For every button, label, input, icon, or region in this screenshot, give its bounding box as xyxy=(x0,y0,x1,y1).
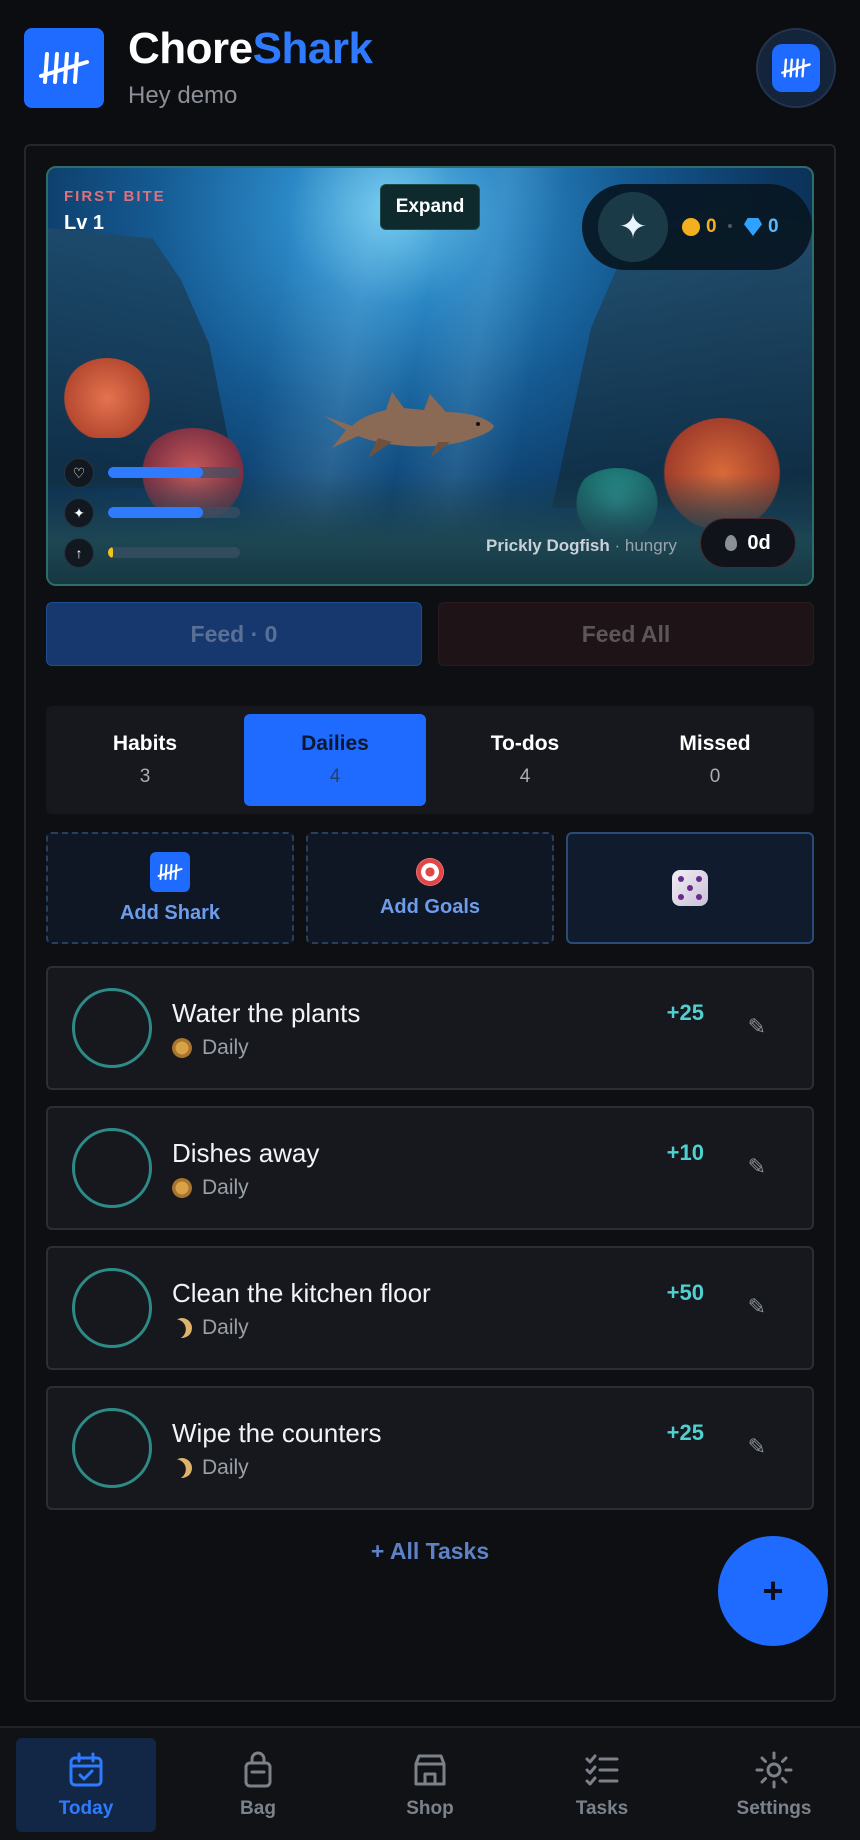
sparkle-icon[interactable]: ✦ xyxy=(598,192,668,262)
streak-days-badge: 0d xyxy=(700,518,796,568)
store-icon xyxy=(414,1754,446,1786)
dice-icon xyxy=(672,870,708,906)
scene-badge: FIRST BITE xyxy=(64,188,166,205)
bottom-nav: Today Bag Shop Tasks Settings xyxy=(0,1726,860,1840)
energy-bar xyxy=(108,507,240,518)
task-frequency: Daily xyxy=(202,1316,249,1339)
drop-icon xyxy=(725,535,738,551)
edit-pencil-icon[interactable]: ✎ xyxy=(748,1154,766,1180)
task-tabs: Habits 3 Dailies 4 To-dos 4 Missed 0 xyxy=(46,706,814,814)
add-task-fab[interactable]: + xyxy=(718,1536,828,1646)
task-title: Water the plants xyxy=(172,998,361,1028)
task-checkbox[interactable] xyxy=(72,988,152,1068)
task-checkbox[interactable] xyxy=(72,1408,152,1488)
task-card[interactable]: Water the plants Daily +25 ✎ xyxy=(46,966,814,1090)
task-title: Wipe the counters xyxy=(172,1418,382,1448)
tab-dailies[interactable]: Dailies 4 xyxy=(244,714,426,806)
feed-button[interactable]: Feed · 0 xyxy=(46,602,422,666)
expand-button[interactable]: Expand xyxy=(380,184,480,230)
heart-icon: ♡ xyxy=(64,458,94,488)
task-points: +25 xyxy=(666,1420,704,1445)
moon-icon xyxy=(168,1454,195,1481)
task-points: +50 xyxy=(666,1280,704,1305)
task-checkbox[interactable] xyxy=(72,1268,152,1348)
task-points: +10 xyxy=(666,1140,704,1165)
task-points: +25 xyxy=(666,1000,704,1025)
task-title: Dishes away xyxy=(172,1138,320,1168)
app-title: ChoreShark xyxy=(128,24,373,73)
edit-pencil-icon[interactable]: ✎ xyxy=(748,1014,766,1040)
tab-todos[interactable]: To-dos 4 xyxy=(434,714,616,806)
shark-logo-icon xyxy=(150,851,190,892)
add-shark-button[interactable]: Add Shark xyxy=(46,832,294,944)
app-logo-icon xyxy=(24,28,104,108)
shark-image[interactable] xyxy=(318,386,498,466)
gem-count: 0 xyxy=(768,216,779,237)
nav-tasks[interactable]: Tasks xyxy=(532,1738,672,1832)
task-frequency: Daily xyxy=(202,1036,249,1059)
arrow-up-icon: ↑ xyxy=(64,538,94,568)
level-label: Lv 1 xyxy=(64,212,105,234)
target-icon xyxy=(416,857,444,886)
checklist-icon xyxy=(585,1754,619,1786)
tab-missed[interactable]: Missed 0 xyxy=(624,714,806,806)
profile-avatar-button[interactable] xyxy=(756,28,836,108)
calendar-icon xyxy=(69,1752,103,1787)
nav-shop[interactable]: Shop xyxy=(360,1738,500,1832)
coin-count: 0 xyxy=(706,216,717,237)
random-task-button[interactable] xyxy=(566,832,814,944)
task-title: Clean the kitchen floor xyxy=(172,1278,431,1308)
nav-today[interactable]: Today xyxy=(16,1738,156,1832)
task-frequency: Daily xyxy=(202,1456,249,1479)
avatar-logo-icon xyxy=(772,44,820,92)
bag-icon xyxy=(244,1751,272,1788)
coin-icon xyxy=(682,218,700,236)
greeting-text: Hey demo xyxy=(128,82,238,109)
star-icon: ✦ xyxy=(64,498,94,528)
task-card[interactable]: Clean the kitchen floor Daily +50 ✎ xyxy=(46,1246,814,1370)
moon-icon xyxy=(168,1314,195,1341)
sun-icon xyxy=(172,1178,192,1198)
app-header: ChoreShark Hey demo xyxy=(0,0,860,130)
task-checkbox[interactable] xyxy=(72,1128,152,1208)
nav-settings[interactable]: Settings xyxy=(704,1738,844,1832)
xp-bar xyxy=(108,547,240,558)
shark-status: Prickly Dogfish · hungry xyxy=(486,536,677,555)
tab-habits[interactable]: Habits 3 xyxy=(54,714,236,806)
task-card[interactable]: Dishes away Daily +10 ✎ xyxy=(46,1106,814,1230)
task-card[interactable]: Wipe the counters Daily +25 ✎ xyxy=(46,1386,814,1510)
edit-pencil-icon[interactable]: ✎ xyxy=(748,1434,766,1460)
health-bar xyxy=(108,467,240,478)
sun-icon xyxy=(172,1038,192,1058)
gear-icon xyxy=(755,1751,793,1789)
task-frequency: Daily xyxy=(202,1176,249,1199)
feed-all-button[interactable]: Feed All xyxy=(438,602,814,666)
add-goals-button[interactable]: Add Goals xyxy=(306,832,554,944)
sea-floor xyxy=(48,474,812,584)
edit-pencil-icon[interactable]: ✎ xyxy=(748,1294,766,1320)
nav-bag[interactable]: Bag xyxy=(188,1738,328,1832)
